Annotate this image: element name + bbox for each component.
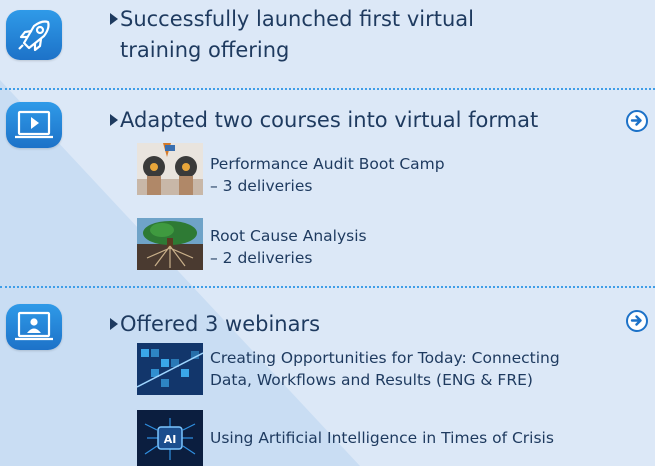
next-arrow-icon[interactable] [626,110,648,132]
bullet-arrow [110,13,118,25]
webinar-creating-opportunities: Creating Opportunities for Today: Connec… [210,349,560,389]
section-divider [0,88,655,90]
data-workflow-thumbnail [137,343,203,395]
tree-roots-thumbnail [137,218,203,270]
item-title-launch: Successfully launched first virtual trai… [120,7,474,62]
webinar-artificial-intelligence: Using Artificial Intelligence in Times o… [210,429,554,447]
section-divider [0,286,655,288]
next-arrow-icon[interactable] [626,310,648,332]
item-title-courses: Adapted two courses into virtual format [120,108,539,132]
rocket-icon [6,10,62,60]
boot-camp-thumbnail [137,143,203,195]
bullet-arrow [110,114,118,126]
presenter-screen-icon [6,304,62,350]
video-screen-icon [6,102,62,148]
item-title-webinars: Offered 3 webinars [120,312,321,336]
course-root-cause: Root Cause Analysis – 2 deliveries [210,227,367,267]
ai-chip-thumbnail: AI [137,410,203,466]
svg-text:AI: AI [164,433,177,446]
bullet-arrow [110,318,118,330]
course-boot-camp: Performance Audit Boot Camp – 3 deliveri… [210,155,445,195]
